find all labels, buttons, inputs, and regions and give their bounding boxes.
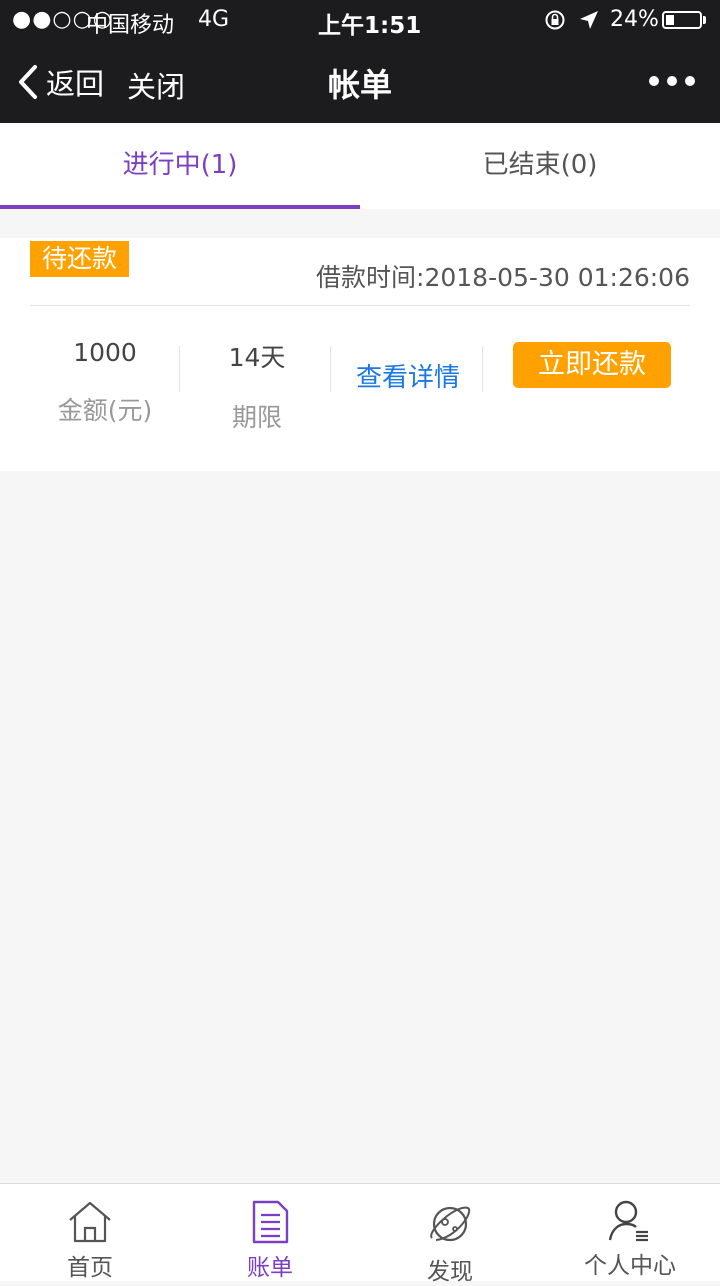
amount-column: 1000 金额(元) bbox=[30, 338, 180, 427]
tab-in-progress[interactable]: 进行中(1) bbox=[0, 123, 360, 209]
active-tab-indicator bbox=[0, 205, 360, 209]
status-badge: 待还款 bbox=[30, 241, 129, 277]
battery-tip bbox=[703, 16, 706, 24]
tab-label: 账单 bbox=[247, 1255, 293, 1281]
bill-tabs: 进行中(1) 已结束(0) bbox=[0, 123, 720, 209]
tab-discover[interactable]: 发现 bbox=[360, 1184, 540, 1285]
divider bbox=[30, 305, 690, 306]
tab-label: 发现 bbox=[427, 1259, 473, 1285]
tab-label: 首页 bbox=[67, 1255, 113, 1281]
amount-label: 金额(元) bbox=[57, 396, 153, 425]
location-arrow-icon bbox=[580, 11, 598, 29]
tab-bill[interactable]: 账单 bbox=[180, 1184, 360, 1281]
home-icon bbox=[69, 1201, 111, 1243]
view-details-link[interactable]: 查看详情 bbox=[356, 357, 460, 394]
clock: 上午1:51 bbox=[318, 13, 422, 39]
bill-icon bbox=[252, 1200, 289, 1244]
battery-percent: 24% bbox=[610, 7, 659, 32]
status-bar: ●●○○○ 中国移动 4G 上午1:51 24% bbox=[0, 0, 720, 40]
tab-label: 个人中心 bbox=[584, 1253, 676, 1279]
nav-bar: 返回 关闭 帐单 bbox=[0, 40, 720, 123]
term-label: 期限 bbox=[231, 403, 282, 432]
page-title: 帐单 bbox=[327, 66, 392, 104]
back-button[interactable]: 返回 bbox=[16, 60, 104, 104]
rotation-lock-icon bbox=[545, 10, 565, 30]
repay-now-button[interactable]: 立即还款 bbox=[513, 342, 671, 388]
bill-card: 待还款 借款时间:2018-05-30 01:26:06 1000 金额(元) … bbox=[0, 238, 720, 471]
loan-time: 借款时间:2018-05-30 01:26:06 bbox=[316, 263, 690, 292]
more-dots-icon[interactable] bbox=[646, 66, 698, 96]
chevron-left-icon bbox=[19, 65, 37, 99]
user-icon bbox=[608, 1200, 648, 1242]
battery-fill bbox=[666, 15, 674, 25]
column-separator bbox=[330, 346, 331, 392]
tab-finished[interactable]: 已结束(0) bbox=[360, 123, 720, 209]
network-type: 4G bbox=[198, 7, 230, 32]
tab-home[interactable]: 首页 bbox=[0, 1184, 180, 1281]
planet-icon bbox=[430, 1206, 471, 1242]
battery-icon bbox=[662, 11, 702, 29]
column-separator bbox=[482, 346, 483, 392]
close-button[interactable]: 关闭 bbox=[127, 64, 185, 106]
back-label: 返回 bbox=[46, 67, 105, 101]
term-value: 14天 bbox=[228, 343, 286, 372]
term-column: 14天 期限 bbox=[182, 338, 332, 434]
carrier-name: 中国移动 bbox=[86, 13, 175, 38]
amount-value: 1000 bbox=[73, 338, 137, 367]
tab-profile[interactable]: 个人中心 bbox=[540, 1184, 720, 1281]
column-separator bbox=[179, 346, 180, 392]
bottom-tab-bar: 首页 账单 发现 个人中心 bbox=[0, 1183, 720, 1285]
